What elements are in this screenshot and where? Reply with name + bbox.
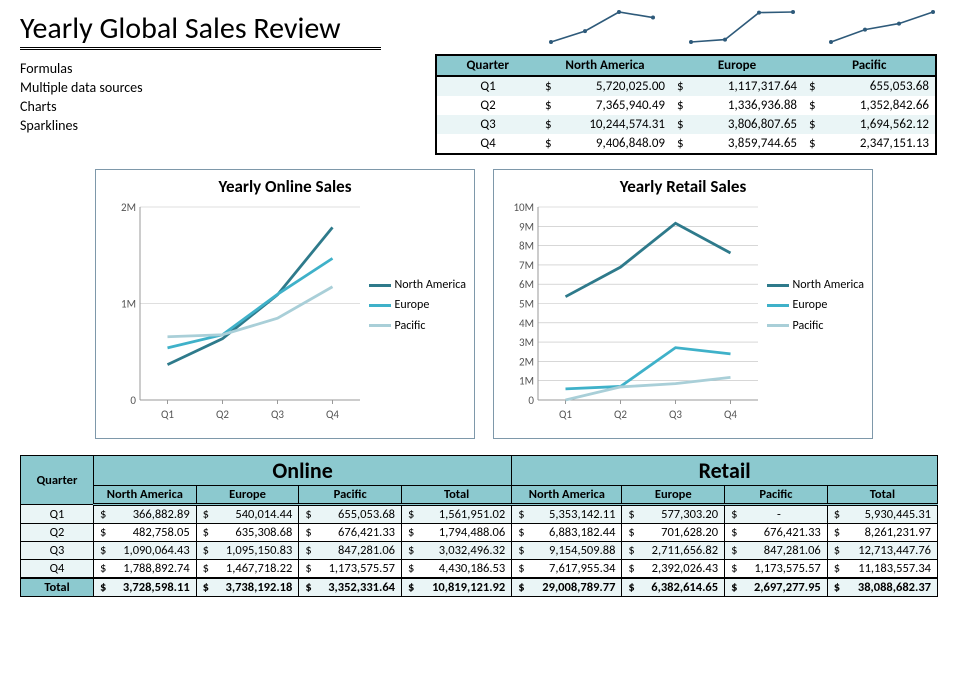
svg-text:5M: 5M (519, 298, 534, 311)
table-row: Q4 $9,406,848.09 $3,859,744.65 $2,347,15… (436, 134, 936, 154)
table-row: Q3 $10,244,574.31 $3,806,807.65 $1,694,5… (436, 115, 936, 134)
legend-item: Pacific (369, 316, 466, 336)
sub-header: North America (94, 486, 197, 505)
svg-text:Q4: Q4 (724, 408, 737, 421)
sub-header: Pacific (299, 486, 402, 505)
group-retail: Retail (512, 456, 938, 486)
summary-header: Quarter (436, 55, 539, 76)
svg-text:2M: 2M (519, 355, 534, 368)
svg-text:7M: 7M (519, 259, 534, 272)
sub-header: Europe (196, 486, 299, 505)
sub-header: Pacific (725, 486, 828, 505)
legend-item: North America (369, 275, 466, 295)
chart-legend: North AmericaEuropePacific (369, 275, 466, 336)
legend-item: North America (767, 275, 864, 295)
legend-item: Europe (369, 295, 466, 315)
quarter-header: Quarter (21, 456, 94, 505)
svg-text:10M: 10M (513, 201, 534, 214)
svg-text:2M: 2M (121, 201, 136, 214)
svg-text:Q1: Q1 (161, 408, 174, 421)
table-row: Q4$1,788,892.74$1,467,718.22$1,173,575.5… (21, 560, 938, 579)
sub-header: North America (512, 486, 622, 505)
summary-header: Europe (671, 55, 803, 76)
svg-text:Q2: Q2 (614, 408, 627, 421)
chart-online: Yearly Online Sales 0 1M 2M Q1 Q2 Q3 Q4 North … (95, 169, 475, 439)
bullet-item: Sparklines (20, 117, 415, 136)
svg-text:Q3: Q3 (271, 408, 284, 421)
sparkline-eu (687, 8, 797, 46)
sub-header: Europe (622, 486, 725, 505)
svg-text:Q4: Q4 (326, 408, 339, 421)
total-row: Total$3,728,598.11$3,738,192.18$3,352,33… (21, 578, 938, 597)
svg-text:8M: 8M (519, 240, 534, 253)
bullet-item: Formulas (20, 60, 415, 79)
svg-text:6M: 6M (519, 278, 534, 291)
summary-header: Pacific (803, 55, 936, 76)
chart-title: Yearly Online Sales (104, 176, 466, 197)
bullet-item: Charts (20, 98, 415, 117)
table-row: Q1$366,882.89$540,014.44$655,053.68$1,56… (21, 505, 938, 524)
chart-retail: Yearly Retail Sales 0 1M 2M 3M 4M 5M 6M 7M 8M 9M 1… (493, 169, 873, 439)
table-row: Q1 $5,720,025.00 $1,117,317.64 $655,053.… (436, 76, 936, 96)
detail-table: Quarter Online Retail North AmericaEurop… (20, 455, 938, 597)
sub-header: Total (402, 486, 512, 505)
sparkline-row (547, 8, 937, 46)
svg-text:0: 0 (528, 394, 534, 407)
svg-text:9M: 9M (519, 220, 534, 233)
svg-text:1M: 1M (121, 298, 136, 311)
legend-item: Pacific (767, 316, 864, 336)
svg-text:Q3: Q3 (669, 408, 682, 421)
summary-header: North America (539, 55, 671, 76)
sparkline-pa (827, 8, 937, 46)
svg-text:0: 0 (130, 394, 136, 407)
page-title: Yearly Global Sales Review (20, 10, 381, 50)
chart-legend: North AmericaEuropePacific (767, 275, 864, 336)
svg-text:1M: 1M (519, 375, 534, 388)
sub-header: Total (827, 486, 937, 505)
legend-item: Europe (767, 295, 864, 315)
table-row: Q2$482,758.05$635,308.68$676,421.33$1,79… (21, 524, 938, 542)
svg-text:Q2: Q2 (216, 408, 229, 421)
group-online: Online (94, 456, 512, 486)
bullet-item: Multiple data sources (20, 79, 415, 98)
chart-title: Yearly Retail Sales (502, 176, 864, 197)
table-row: Q2 $7,365,940.49 $1,336,936.88 $1,352,84… (436, 96, 936, 115)
svg-text:Q1: Q1 (559, 408, 572, 421)
bullet-list: FormulasMultiple data sourcesChartsSpark… (20, 60, 415, 136)
summary-table: QuarterNorth AmericaEuropePacific Q1 $5,… (435, 54, 937, 155)
table-row: Q3$1,090,064.43$1,095,150.83$847,281.06$… (21, 542, 938, 560)
sparkline-na (547, 8, 657, 46)
svg-text:3M: 3M (519, 336, 534, 349)
svg-text:4M: 4M (519, 317, 534, 330)
